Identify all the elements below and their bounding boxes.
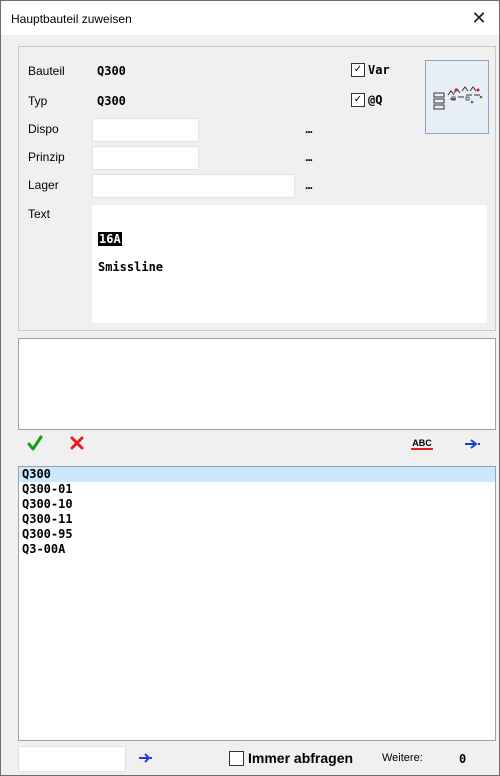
immer-abfragen-label: Immer abfragen [248, 750, 354, 766]
prinzip-field[interactable] [92, 146, 199, 170]
go-button[interactable] [136, 751, 156, 765]
list-item[interactable]: Q300-01 [19, 482, 495, 497]
list-items: Q300 Q300-01 Q300-10 Q300-11 Q300-95 Q3-00A [19, 467, 495, 557]
spellcheck-underline [411, 448, 433, 450]
var-checkbox[interactable]: ✓ Var [351, 63, 390, 77]
search-field[interactable] [18, 746, 126, 772]
prinzip-label: Prinzip [28, 150, 65, 164]
list-item[interactable]: Q300-95 [19, 527, 495, 542]
arrow-right-dotted-icon [465, 439, 480, 449]
spellcheck-button[interactable]: ABC [409, 435, 435, 453]
typ-label: Typ [28, 94, 48, 108]
lager-browse-button[interactable]: ... [305, 178, 313, 192]
text-area[interactable]: 16A Smissline [92, 205, 487, 323]
component-list[interactable]: Q300 Q300-01 Q300-10 Q300-11 Q300-95 Q3-00A [18, 466, 496, 741]
properties-panel: Bauteil Q300 Typ Q300 Dispo ... Prinzip … [18, 46, 496, 331]
immer-check-icon [229, 750, 244, 766]
close-button[interactable]: ✕ [459, 1, 499, 35]
circuit-diagram-icon [433, 86, 483, 110]
list-item[interactable]: Q300-11 [19, 512, 495, 527]
circuit-preview-thumbnail[interactable] [425, 60, 489, 134]
weitere-label: Weitere: [382, 752, 423, 764]
atq-check-icon: ✓ [351, 93, 365, 107]
checkmark-icon [27, 435, 43, 451]
list-item[interactable]: Q300 [19, 467, 495, 482]
prinzip-browse-button[interactable]: ... [305, 150, 313, 164]
dialog-window: Hauptbauteil zuweisen ✕ Bauteil Q300 Typ… [0, 0, 500, 776]
text-line-highlighted: 16A [98, 232, 122, 246]
spellcheck-label: ABC [412, 438, 432, 448]
text-label: Text [28, 207, 51, 221]
text-line: Smissline [98, 260, 164, 274]
lager-label: Lager [28, 178, 59, 192]
arrow-right-icon [139, 753, 152, 763]
list-item[interactable]: Q3-00A [19, 542, 495, 557]
atq-label: @Q [368, 93, 383, 107]
close-icon: ✕ [471, 7, 487, 28]
atq-checkbox[interactable]: ✓ @Q [351, 93, 382, 107]
dispo-browse-button[interactable]: ... [305, 122, 313, 136]
next-button[interactable] [462, 437, 484, 451]
red-x-icon [70, 436, 84, 450]
window-title: Hauptbauteil zuweisen [11, 12, 132, 26]
title-bar: Hauptbauteil zuweisen ✕ [1, 1, 499, 35]
weitere-value: 0 [459, 752, 467, 766]
comment-textarea[interactable] [18, 338, 496, 430]
list-item[interactable]: Q300-10 [19, 497, 495, 512]
bauteil-label: Bauteil [28, 64, 65, 78]
cancel-button[interactable] [68, 434, 86, 452]
var-label: Var [368, 63, 390, 77]
typ-value: Q300 [97, 94, 126, 108]
bauteil-value: Q300 [97, 64, 126, 78]
confirm-button[interactable] [26, 434, 44, 452]
dispo-label: Dispo [28, 122, 59, 136]
lager-field[interactable] [92, 174, 295, 198]
var-check-icon: ✓ [351, 63, 365, 77]
immer-abfragen-checkbox[interactable]: Immer abfragen [229, 750, 353, 766]
dispo-field[interactable] [92, 118, 199, 142]
